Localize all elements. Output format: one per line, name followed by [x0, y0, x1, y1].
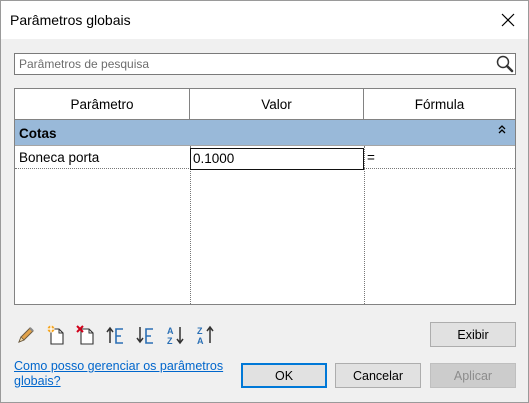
sort-descending-icon: Z A: [197, 325, 214, 346]
parameter-value-field[interactable]: 0.1000: [190, 148, 364, 170]
search-input[interactable]: [15, 54, 491, 74]
parameter-formula-cell[interactable]: =: [367, 150, 375, 165]
edit-pencil-icon: [18, 327, 34, 343]
show-button[interactable]: Exibir: [430, 322, 516, 347]
parameters-table: Parâmetro Valor Fórmula Cotas Boneca por…: [14, 88, 516, 305]
sort-descending-button[interactable]: Z A: [194, 323, 218, 347]
ok-button[interactable]: OK: [241, 363, 327, 388]
parameter-toolbar: A Z Z A: [14, 323, 218, 347]
svg-text:A: A: [197, 336, 204, 346]
apply-button[interactable]: Aplicar: [430, 363, 516, 388]
new-parameter-button[interactable]: [44, 323, 68, 347]
collapse-chevron-icon[interactable]: [495, 123, 509, 137]
search-button[interactable]: [494, 54, 516, 74]
table-row[interactable]: Boneca porta 0.1000 =: [15, 146, 515, 170]
column-header-formula[interactable]: Fórmula: [364, 89, 515, 119]
column-header-value[interactable]: Valor: [190, 89, 364, 119]
help-link[interactable]: Como posso gerenciar os parâmetros globa…: [14, 359, 234, 389]
svg-text:Z: Z: [167, 336, 173, 346]
global-parameters-dialog: Parâmetros globais Parâmetro Valor Fórmu…: [0, 0, 529, 403]
table-header: Parâmetro Valor Fórmula: [15, 89, 515, 120]
sort-ascending-icon: A Z: [167, 326, 184, 346]
move-down-button[interactable]: [134, 323, 158, 347]
cancel-button[interactable]: Cancelar: [335, 363, 421, 388]
column-divider: [364, 146, 365, 304]
search-icon: [496, 55, 514, 73]
group-header-cotas[interactable]: Cotas: [15, 120, 515, 146]
column-header-parameter[interactable]: Parâmetro: [15, 89, 190, 119]
new-parameter-icon: [47, 325, 64, 345]
close-button[interactable]: [490, 5, 526, 35]
sort-ascending-button[interactable]: A Z: [164, 323, 188, 347]
dialog-title: Parâmetros globais: [10, 12, 131, 28]
edit-parameter-button[interactable]: [14, 323, 38, 347]
delete-parameter-button[interactable]: [74, 323, 98, 347]
move-down-icon: [136, 327, 153, 344]
delete-parameter-icon: [76, 325, 94, 345]
parameter-name-cell[interactable]: Boneca porta: [19, 150, 99, 165]
svg-text:Z: Z: [197, 326, 203, 336]
svg-text:A: A: [167, 326, 174, 336]
title-bar: Parâmetros globais: [1, 1, 528, 39]
group-label: Cotas: [19, 126, 57, 141]
move-up-icon: [106, 326, 123, 344]
close-icon: [501, 13, 515, 27]
search-box: [14, 53, 516, 75]
move-up-button[interactable]: [104, 323, 128, 347]
